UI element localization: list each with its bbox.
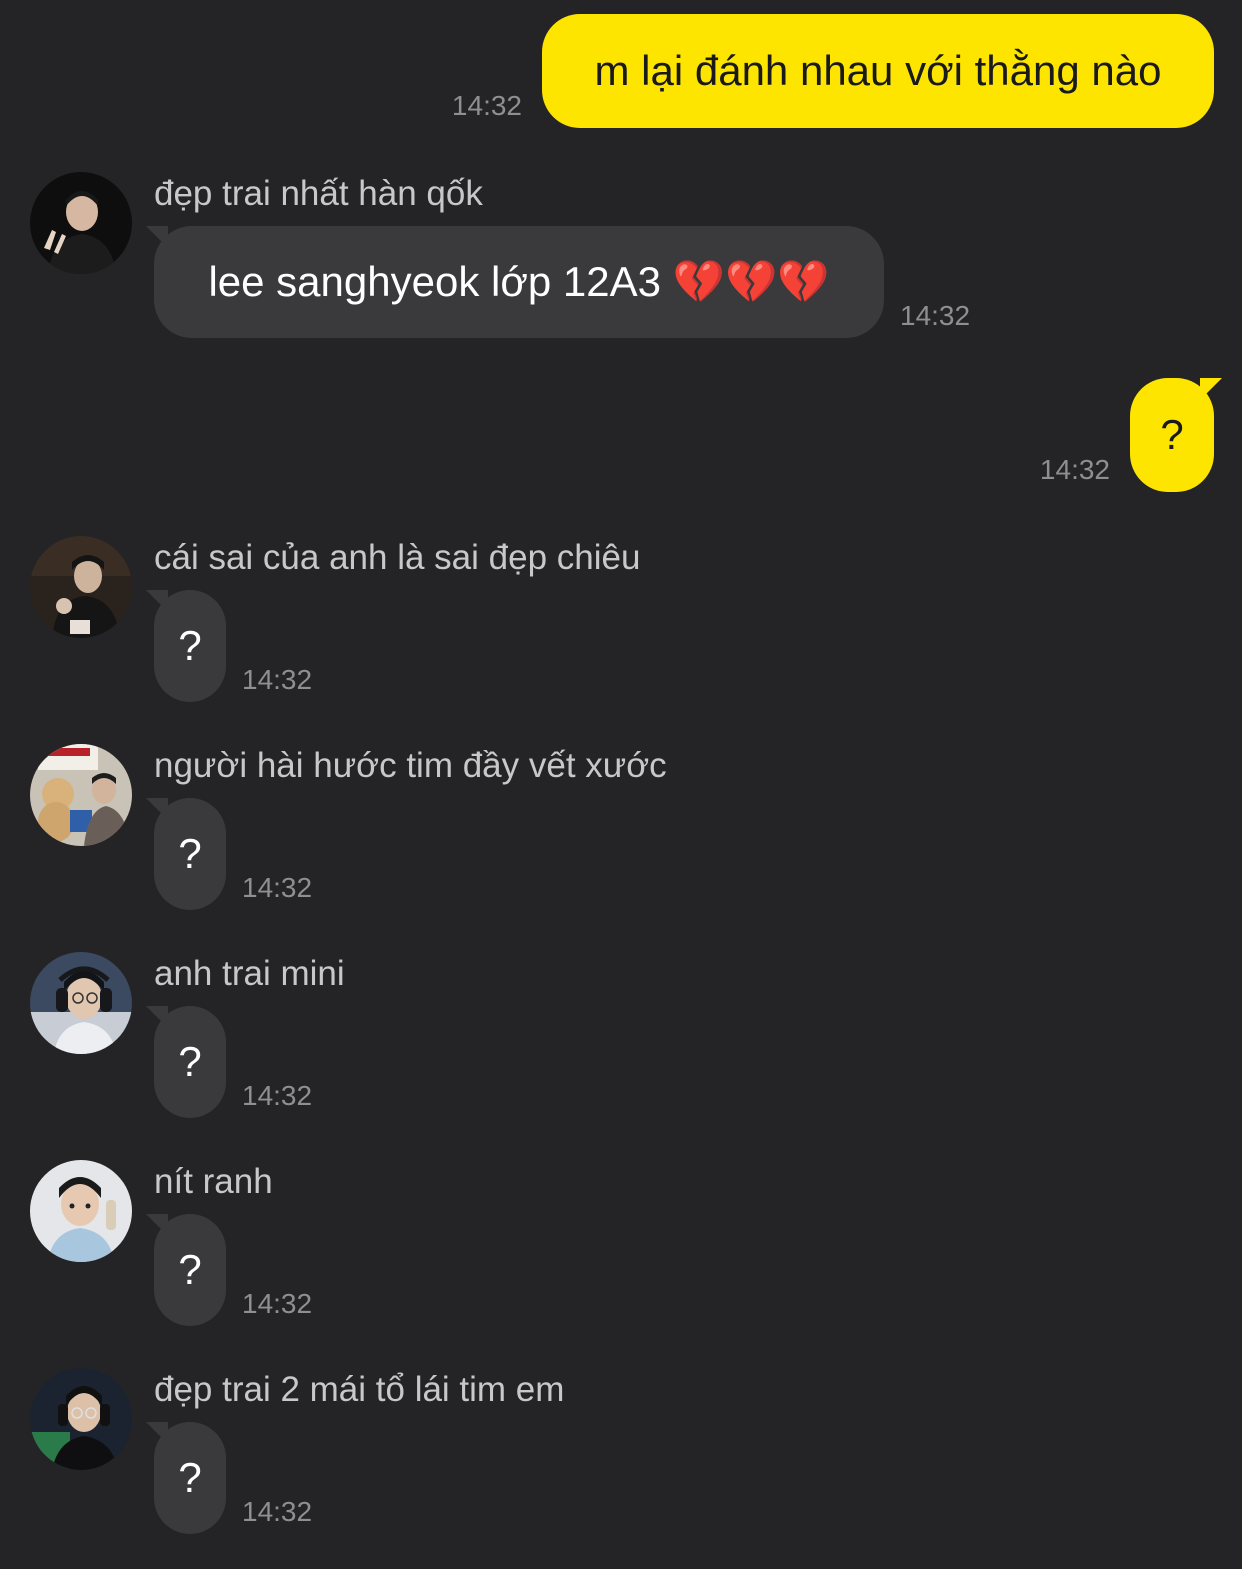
message-time: 14:32: [451, 90, 522, 121]
message-incoming: đẹp trai 2 mái tổ lái tim em ? 14:32: [30, 1368, 1030, 1538]
sender-name: anh trai mini: [154, 954, 345, 993]
sender-name: đẹp trai nhất hàn qốk: [154, 174, 483, 213]
message-row: ? 14:32: [154, 798, 312, 910]
message-row: ? 14:32: [154, 590, 312, 702]
message-time: 14:32: [242, 664, 313, 695]
message-outgoing: 14:32 ?: [1040, 378, 1214, 492]
message-bubble-incoming[interactable]: ?: [154, 1006, 226, 1118]
message-time: 14:32: [900, 300, 971, 331]
message-time: 14:32: [242, 1080, 313, 1111]
message-bubble-outgoing[interactable]: m lại đánh nhau với thằng nào: [542, 14, 1214, 128]
message-time: 14:32: [242, 1288, 313, 1319]
avatar[interactable]: [30, 1160, 132, 1262]
message-incoming: nít ranh ? 14:32: [30, 1160, 1030, 1330]
message-text: ?: [1160, 411, 1184, 458]
message-time: 14:32: [242, 872, 313, 903]
message-row: ? 14:32: [154, 1214, 312, 1326]
message-row: ? 14:32: [154, 1006, 312, 1118]
sender-name: đẹp trai 2 mái tổ lái tim em: [154, 1370, 565, 1409]
message-bubble-incoming[interactable]: ?: [154, 1422, 226, 1534]
message-bubble-outgoing[interactable]: ?: [1130, 378, 1214, 492]
message-bubble-incoming[interactable]: lee sanghyeok lớp 12A3 💔💔💔: [154, 226, 884, 338]
sender-name: cái sai của anh là sai đẹp chiêu: [154, 538, 641, 577]
message-text: ?: [178, 622, 202, 669]
message-text: ?: [178, 1454, 202, 1501]
message-incoming: người hài hước tim đầy vết xước ? 14:32: [30, 744, 1030, 914]
message-outgoing: 14:32 m lại đánh nhau với thằng nào: [452, 14, 1214, 128]
message-text: ?: [178, 1038, 202, 1085]
message-time: 14:32: [1039, 454, 1110, 485]
message-incoming: đẹp trai nhất hàn qốk lee sanghyeok lớp …: [30, 172, 1030, 342]
message-bubble-incoming[interactable]: ?: [154, 1214, 226, 1326]
message-text: lee sanghyeok lớp 12A3 💔💔💔: [208, 257, 830, 305]
message-row: lee sanghyeok lớp 12A3 💔💔💔 14:32: [154, 226, 970, 338]
avatar[interactable]: [30, 744, 132, 846]
avatar[interactable]: [30, 1368, 132, 1470]
sender-name: nít ranh: [154, 1162, 273, 1201]
avatar[interactable]: [30, 952, 132, 1054]
message-text: m lại đánh nhau với thằng nào: [594, 47, 1162, 94]
message-text: ?: [178, 830, 202, 877]
message-incoming: cái sai của anh là sai đẹp chiêu ? 14:32: [30, 536, 1030, 706]
chat-thread[interactable]: 14:32 m lại đánh nhau với thằng nào đẹp …: [0, 0, 1242, 1569]
message-bubble-incoming[interactable]: ?: [154, 590, 226, 702]
message-incoming: anh trai mini ? 14:32: [30, 952, 1030, 1122]
message-text: ?: [178, 1246, 202, 1293]
avatar[interactable]: [30, 172, 132, 274]
message-bubble-incoming[interactable]: ?: [154, 798, 226, 910]
message-row: ? 14:32: [154, 1422, 312, 1534]
avatar[interactable]: [30, 536, 132, 638]
message-time: 14:32: [242, 1496, 313, 1527]
sender-name: người hài hước tim đầy vết xước: [154, 746, 667, 785]
